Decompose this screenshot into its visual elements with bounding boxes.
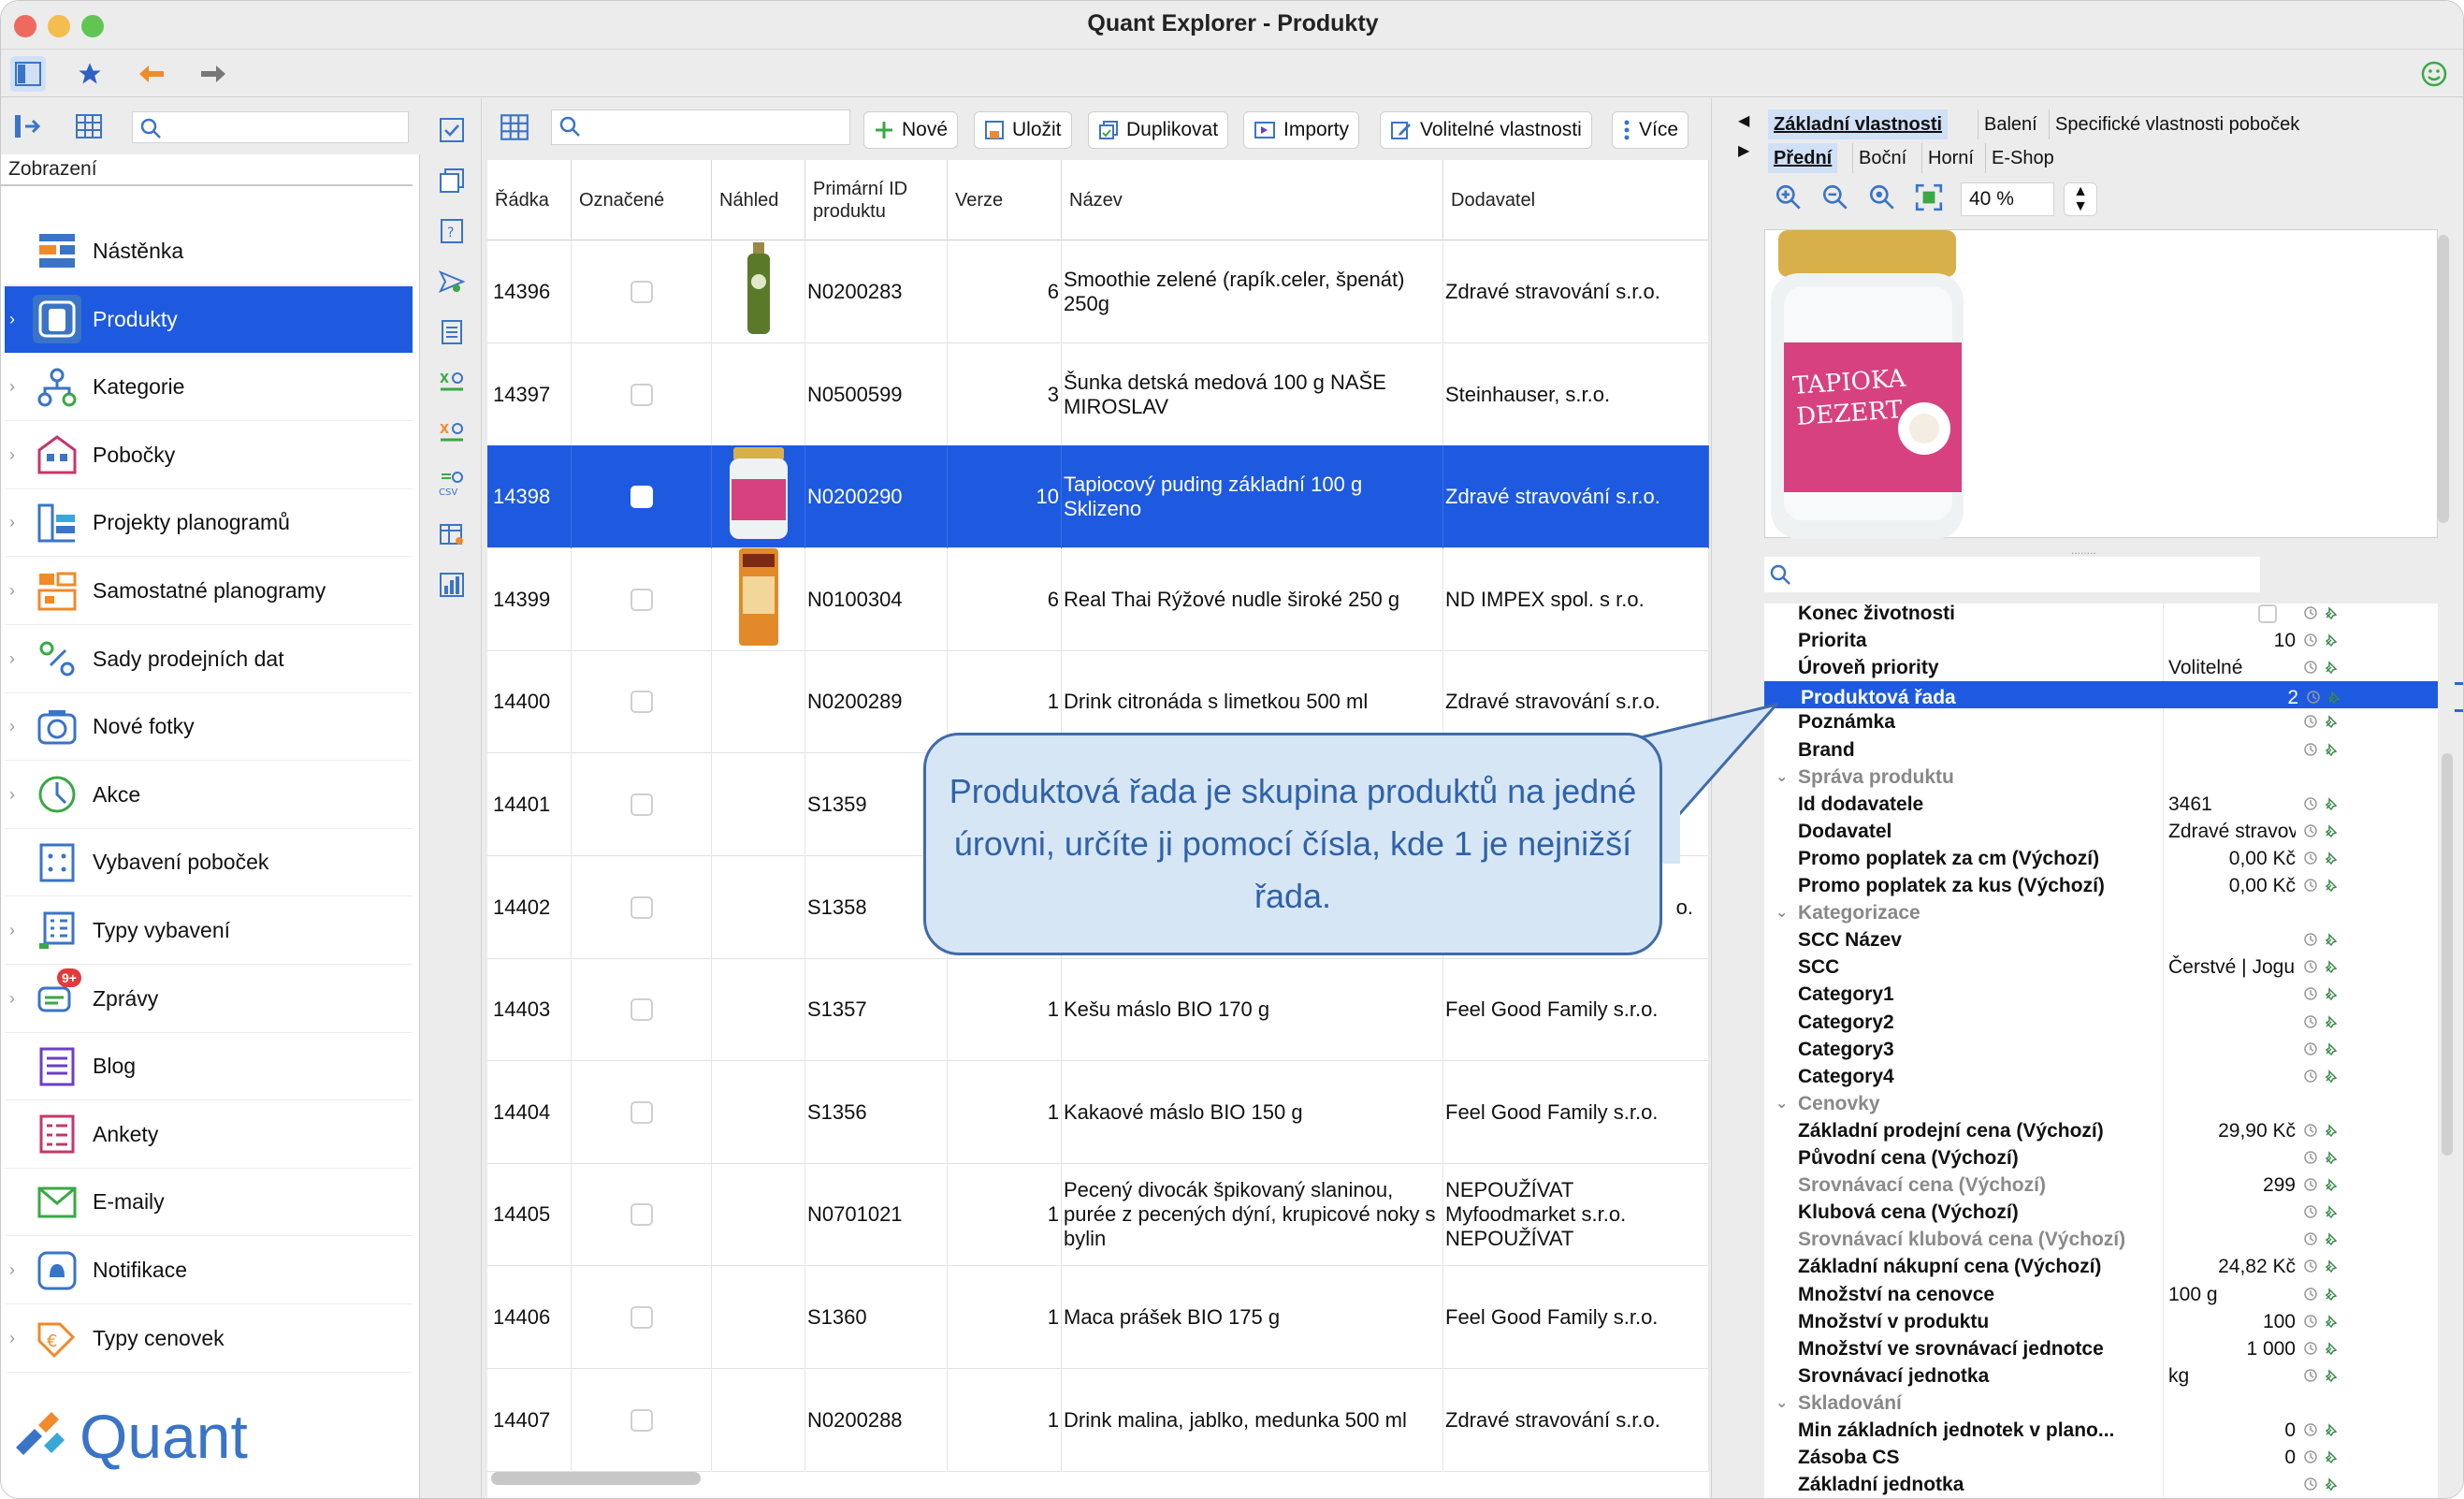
app-window: Quant Explorer - Produkty Zobrazení Nást… — [0, 0, 2464, 1499]
help-callout: Produktová řada je skupina produktů na j… — [923, 733, 1662, 955]
